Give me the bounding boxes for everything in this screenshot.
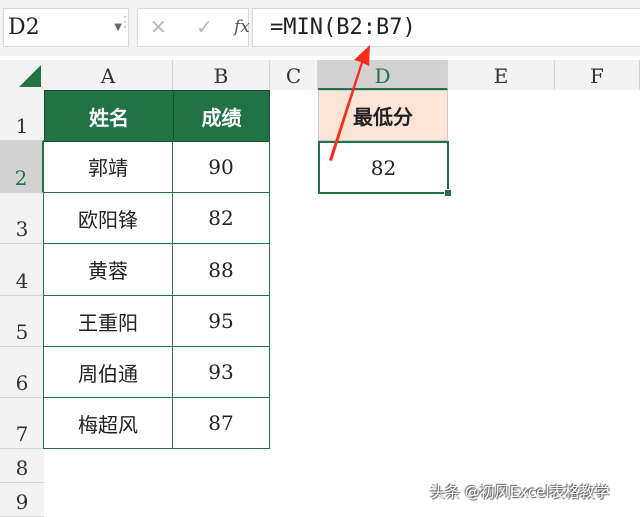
arrow-icon [329,45,370,161]
annotation-arrow [329,45,370,161]
watermark: 头条 @初风Excel表格教学 [430,483,610,501]
